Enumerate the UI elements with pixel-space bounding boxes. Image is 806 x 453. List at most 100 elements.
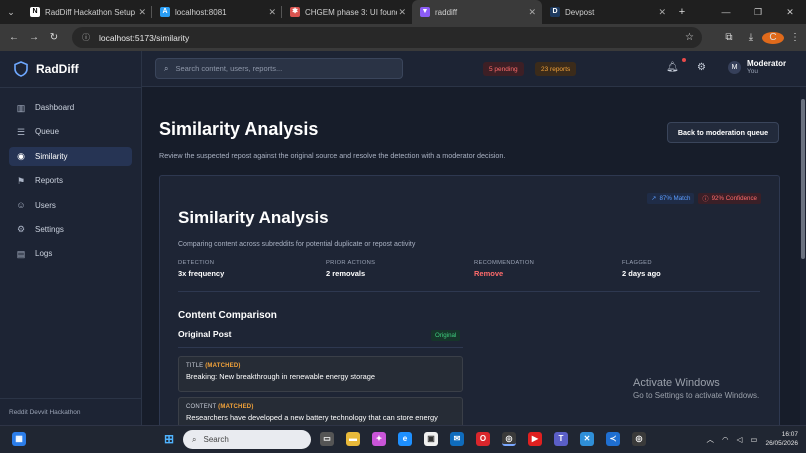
pending-badge[interactable]: 5 pending: [483, 62, 524, 76]
store-icon[interactable]: ▣: [424, 432, 438, 446]
tab-title: RadDiff Hackathon Setup: [45, 7, 136, 17]
stat-prior-actions: PRIOR ACTIONS 2 removals: [326, 260, 474, 278]
search-input[interactable]: ⌕ Search content, users, reports...: [155, 58, 403, 79]
close-icon[interactable]: ✕: [528, 7, 536, 18]
task-view-icon[interactable]: ▭: [320, 432, 334, 446]
back-to-queue-button[interactable]: Back to moderation queue: [667, 122, 779, 143]
system-tray: ︿ ◠ ◁ ▭ 16:07 26/05/2026: [707, 430, 798, 448]
minimize-icon[interactable]: —: [710, 7, 742, 17]
stat-recommendation: RECOMMENDATION Remove: [474, 260, 622, 278]
notion-icon: N: [30, 7, 40, 17]
url-text: localhost:5173/similarity: [99, 32, 190, 43]
file-explorer-icon[interactable]: ▬: [346, 432, 360, 446]
close-icon[interactable]: ✕: [398, 7, 406, 18]
sidebar-item-label: Users: [35, 200, 56, 210]
field-label: CONTENT (MATCHED): [186, 404, 455, 410]
taskbar-search[interactable]: ⌕ Search: [183, 430, 311, 449]
browser-tab[interactable]: ✱ CHGEM phase 3: UI foundat ✕: [282, 0, 412, 24]
flag-icon: ⚑: [16, 175, 26, 186]
brand: RadDiff: [0, 51, 141, 87]
content-field: CONTENT (MATCHED) Researchers have devel…: [178, 397, 463, 425]
matched-status: (MATCHED): [205, 363, 241, 369]
battery-icon[interactable]: ▭: [750, 435, 757, 444]
volume-icon[interactable]: ◁: [737, 435, 743, 444]
sidebar-item-queue[interactable]: ☰ Queue: [9, 122, 132, 141]
app-icon[interactable]: ✕: [580, 432, 594, 446]
confidence-badge: ⓘ 92% Confidence: [698, 193, 761, 204]
site-info-icon[interactable]: ⓘ: [82, 32, 90, 43]
youtube-icon[interactable]: ▶: [528, 432, 542, 446]
widgets-icon[interactable]: ▦: [12, 432, 26, 446]
eye-icon: ◉: [17, 151, 25, 162]
clock[interactable]: 16:07 26/05/2026: [765, 430, 798, 448]
sidebar-item-reports[interactable]: ⚑ Reports: [9, 171, 132, 190]
teams-icon[interactable]: T: [554, 432, 568, 446]
tab-search-icon[interactable]: ⌄: [0, 7, 22, 18]
close-window-icon[interactable]: ✕: [774, 7, 806, 18]
watermark-title: Activate Windows: [633, 377, 720, 389]
browser-tab[interactable]: D Devpost ✕: [542, 0, 672, 24]
chrome-icon[interactable]: ◎: [502, 432, 516, 446]
user-menu[interactable]: M Moderator You: [728, 59, 786, 76]
app-icon: A: [160, 7, 170, 17]
stat-value: 2 removals: [326, 269, 366, 278]
file-icon: ▤: [16, 248, 26, 259]
bell-icon[interactable]: 🔔︎: [666, 62, 679, 73]
clock-date: 26/05/2026: [765, 440, 798, 447]
sidebar-footer: Reddit Devvit Hackathon: [0, 398, 141, 425]
search-placeholder: Search content, users, reports...: [175, 64, 283, 73]
reload-icon[interactable]: ↻: [44, 32, 64, 43]
close-icon[interactable]: ✕: [138, 7, 146, 18]
browser-tab[interactable]: N RadDiff Hackathon Setup ✕: [22, 0, 152, 24]
tab-title: CHGEM phase 3: UI foundat: [305, 7, 397, 17]
restore-icon[interactable]: ❐: [742, 7, 774, 18]
vscode-icon[interactable]: ≺: [606, 432, 620, 446]
forward-arrow-icon[interactable]: →: [24, 32, 44, 43]
page-title: Similarity Analysis: [159, 119, 319, 139]
gear-icon[interactable]: ⚙: [697, 62, 706, 73]
stat-value: 2 days ago: [622, 269, 661, 278]
sidebar: RadDiff ▥ Dashboard ☰ Queue ◉ Similarity ⚑ R…: [0, 51, 142, 425]
page-subtitle: Review the suspected repost against the …: [159, 151, 506, 160]
chevron-up-icon[interactable]: ︿: [707, 434, 715, 445]
url-input[interactable]: ⓘ localhost:5173/similarity ☆: [72, 27, 702, 48]
matched-status: (MATCHED): [218, 404, 254, 410]
close-icon[interactable]: ✕: [268, 7, 276, 18]
scrollbar-thumb[interactable]: [801, 99, 805, 259]
chrome-icon[interactable]: ◎: [632, 432, 646, 446]
wifi-icon[interactable]: ◠: [722, 435, 729, 444]
reports-badge[interactable]: 23 reports: [535, 62, 577, 76]
card-subtitle: Comparing content across subreddits for …: [178, 241, 416, 248]
windows-start-icon[interactable]: ⊞: [162, 432, 176, 446]
sidebar-item-dashboard[interactable]: ▥ Dashboard: [9, 98, 132, 117]
mail-icon[interactable]: ✉: [450, 432, 464, 446]
sidebar-item-users[interactable]: ☺ Users: [9, 196, 132, 215]
sidebar-item-logs[interactable]: ▤ Logs: [9, 244, 132, 263]
opera-icon[interactable]: O: [476, 432, 490, 446]
browser-tab-active[interactable]: ▼ raddiff ✕: [412, 0, 542, 24]
copilot-icon[interactable]: ✦: [372, 432, 386, 446]
shield-icon: [14, 61, 28, 77]
close-icon[interactable]: ✕: [658, 7, 666, 18]
sidebar-item-label: Queue: [35, 127, 60, 137]
stat-detection: DETECTION 3x frequency: [178, 260, 326, 278]
windows-taskbar: ▦ ⊞ ⌕ Search ▭ ▬ ✦ e ▣ ✉ O ◎ ▶ T ✕ ≺ ◎ ︿…: [0, 425, 806, 453]
edge-icon[interactable]: e: [398, 432, 412, 446]
sidebar-item-similarity[interactable]: ◉ Similarity: [9, 146, 132, 166]
browser-menu-icon[interactable]: ⋮: [784, 32, 806, 43]
trend-up-icon: ↗: [651, 195, 657, 202]
divider: [178, 347, 463, 348]
field-value: Breaking: New breakthrough in renewable …: [186, 372, 375, 381]
bookmark-star-icon[interactable]: ☆: [685, 32, 694, 43]
new-tab-button[interactable]: +: [672, 6, 692, 18]
back-arrow-icon[interactable]: ←: [4, 32, 24, 43]
sidebar-item-settings[interactable]: ⚙ Settings: [9, 220, 132, 239]
avatar: M: [728, 61, 741, 74]
download-icon[interactable]: ⤓: [740, 32, 762, 43]
browser-tab[interactable]: A localhost:8081 ✕: [152, 0, 282, 24]
extensions-icon[interactable]: ⧉: [718, 32, 740, 43]
activate-windows-watermark: Activate Windows Go to Settings to activ…: [633, 377, 759, 400]
scrollbar[interactable]: [800, 87, 806, 425]
stat-label: DETECTION: [178, 260, 215, 266]
profile-avatar[interactable]: C: [762, 31, 784, 44]
